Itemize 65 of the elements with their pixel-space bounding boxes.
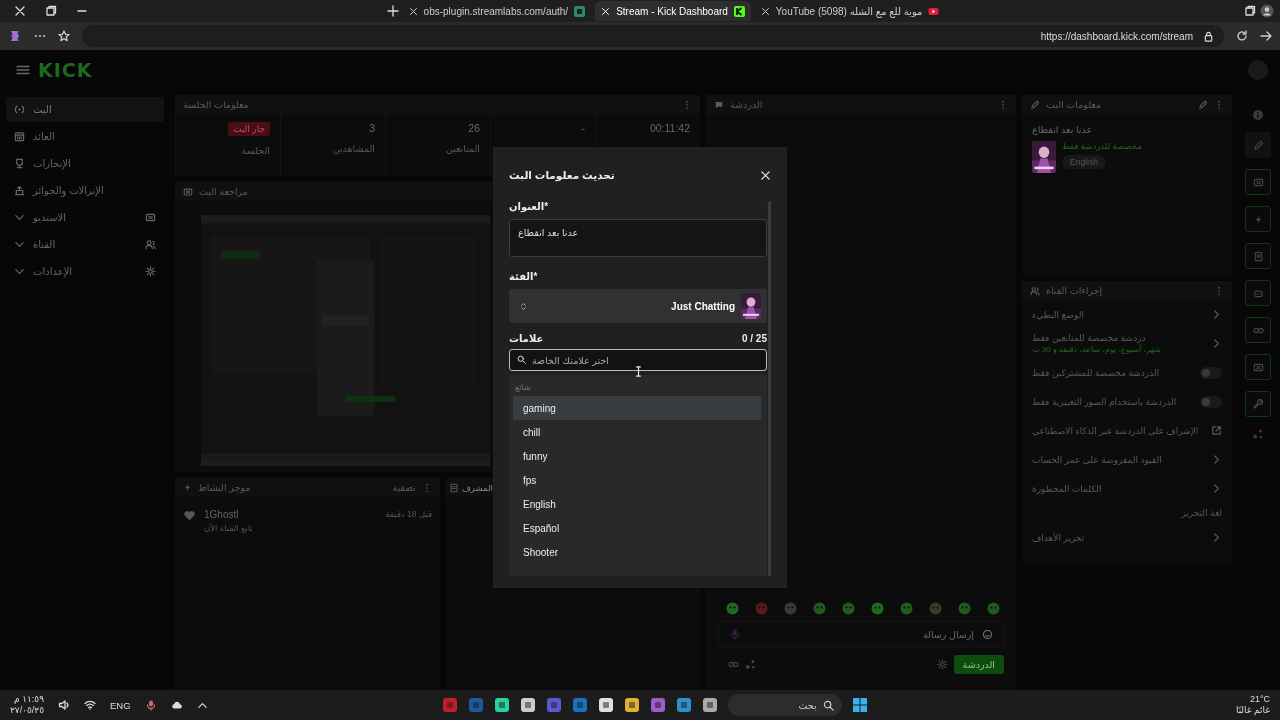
event-time: قبل 18 دقيقة (385, 509, 432, 521)
stat-value: - (581, 122, 585, 134)
browser-tab[interactable]: obs-plugin.streamlabs.com/auth/ (402, 1, 592, 21)
sidebar-item[interactable]: الاستديو (6, 205, 164, 230)
browser-tab[interactable]: Stream - Kick Dashboard (595, 1, 751, 21)
panel-title: موجز النشاط (198, 482, 252, 493)
action-label: الكلمات المحظورة (1032, 483, 1103, 494)
stat-value: 26 (468, 122, 480, 134)
action-detail: شهر، أسبوع، يوم، ساعة، دقيقة و 30 ث (1032, 345, 1162, 354)
stat-label: الجلسة (241, 145, 270, 156)
tag-count: 0 / 25 (741, 333, 767, 344)
weather-text[interactable]: غائم غالبًا (1235, 705, 1270, 716)
panel-title: المشرف (462, 482, 494, 493)
sidebar-item[interactable]: الإنزالات والجوائز (6, 178, 164, 203)
browser-tab[interactable]: YouTube (5098) موية للع مع الشله (754, 1, 946, 21)
action-label: دردشة مخصصة للمتابعين فقط (1032, 333, 1147, 343)
dialog-title: تحديث معلومات البث (509, 169, 616, 181)
sidebar-item[interactable]: القناة (6, 232, 164, 257)
tag-search-field[interactable]: اختر علامتك الخاصة (509, 349, 767, 371)
event-action: تابع القناة الآن (204, 523, 254, 533)
panel-title: الدردشة (730, 99, 764, 110)
sidebar-item[interactable]: الإعدادات (6, 259, 164, 284)
tag-option[interactable]: Shooter (513, 540, 761, 564)
action-label: القيود المفروضة على عمر الحساب (1032, 454, 1163, 465)
action-label: تحرير الأهداف (1032, 532, 1086, 543)
sidebar-item[interactable]: العائد (6, 124, 164, 149)
tag-option[interactable]: English (513, 492, 761, 516)
chat-input[interactable]: إرسال رسالة (718, 621, 1004, 647)
sidebar-item[interactable]: البث (6, 97, 164, 122)
action-label: الإشراف على الدردشة عبر الذكاء الاصطناعي (1032, 425, 1200, 436)
stat-value: 3 (369, 122, 375, 134)
stream-subtitle: مخصصة للدردشة فقط (1062, 141, 1142, 151)
panel-title: معلومات البث (1046, 99, 1103, 110)
sidebar-item[interactable]: الإنجازات (6, 151, 164, 176)
panel-title: مراجعة البث (199, 186, 249, 197)
title-field[interactable]: عدنا بعد انقطاع (509, 219, 767, 257)
address-bar[interactable]: https://dashboard.kick.com/stream (82, 25, 1224, 47)
language-indicator[interactable]: ENG (110, 699, 131, 711)
field-label: العنوان* (509, 201, 550, 212)
stat-value: 00:11:42 (649, 122, 690, 134)
section-label: لغة التحرير (1181, 508, 1222, 518)
field-label: علامات (509, 333, 544, 344)
action-label: الدردشة مخصصة للمشتركين فقط (1032, 367, 1161, 378)
tag-option[interactable]: chill (513, 420, 761, 444)
category-select[interactable]: Just Chatting (509, 289, 767, 323)
tag-option[interactable]: Español (513, 516, 761, 540)
suggestions-heading: شائع (515, 383, 532, 392)
stat-label: المشاهدين (332, 143, 375, 154)
live-badge: جار البث (228, 122, 270, 136)
action-label: الوضع البطيء (1032, 309, 1085, 320)
panel-title: معلومات الجلسة (183, 99, 250, 110)
field-label: الفئة* (509, 271, 539, 282)
tag-option[interactable]: funny (513, 444, 761, 468)
event-user: 1Ghostl (204, 509, 240, 520)
clock-date[interactable]: ٢٧/٠٥/٢٥ (10, 705, 44, 716)
tag-option[interactable]: gaming (513, 396, 761, 420)
stream-title: عدنا بعد انقطاع (1032, 124, 1094, 135)
send-button[interactable]: الدردشة (953, 655, 1004, 674)
panel-title: إجراءات القناة (1046, 285, 1104, 296)
action-label: الدردشة باستخدام الصور التعبيرية فقط (1032, 396, 1178, 407)
stat-label: المتابعين (445, 143, 480, 154)
taskbar-search[interactable]: بحث (727, 694, 842, 716)
temperature[interactable]: 21°C (1249, 694, 1270, 705)
tag-option[interactable]: fps (513, 468, 761, 492)
clock-time[interactable]: ١١:٥٩ م (14, 694, 44, 705)
